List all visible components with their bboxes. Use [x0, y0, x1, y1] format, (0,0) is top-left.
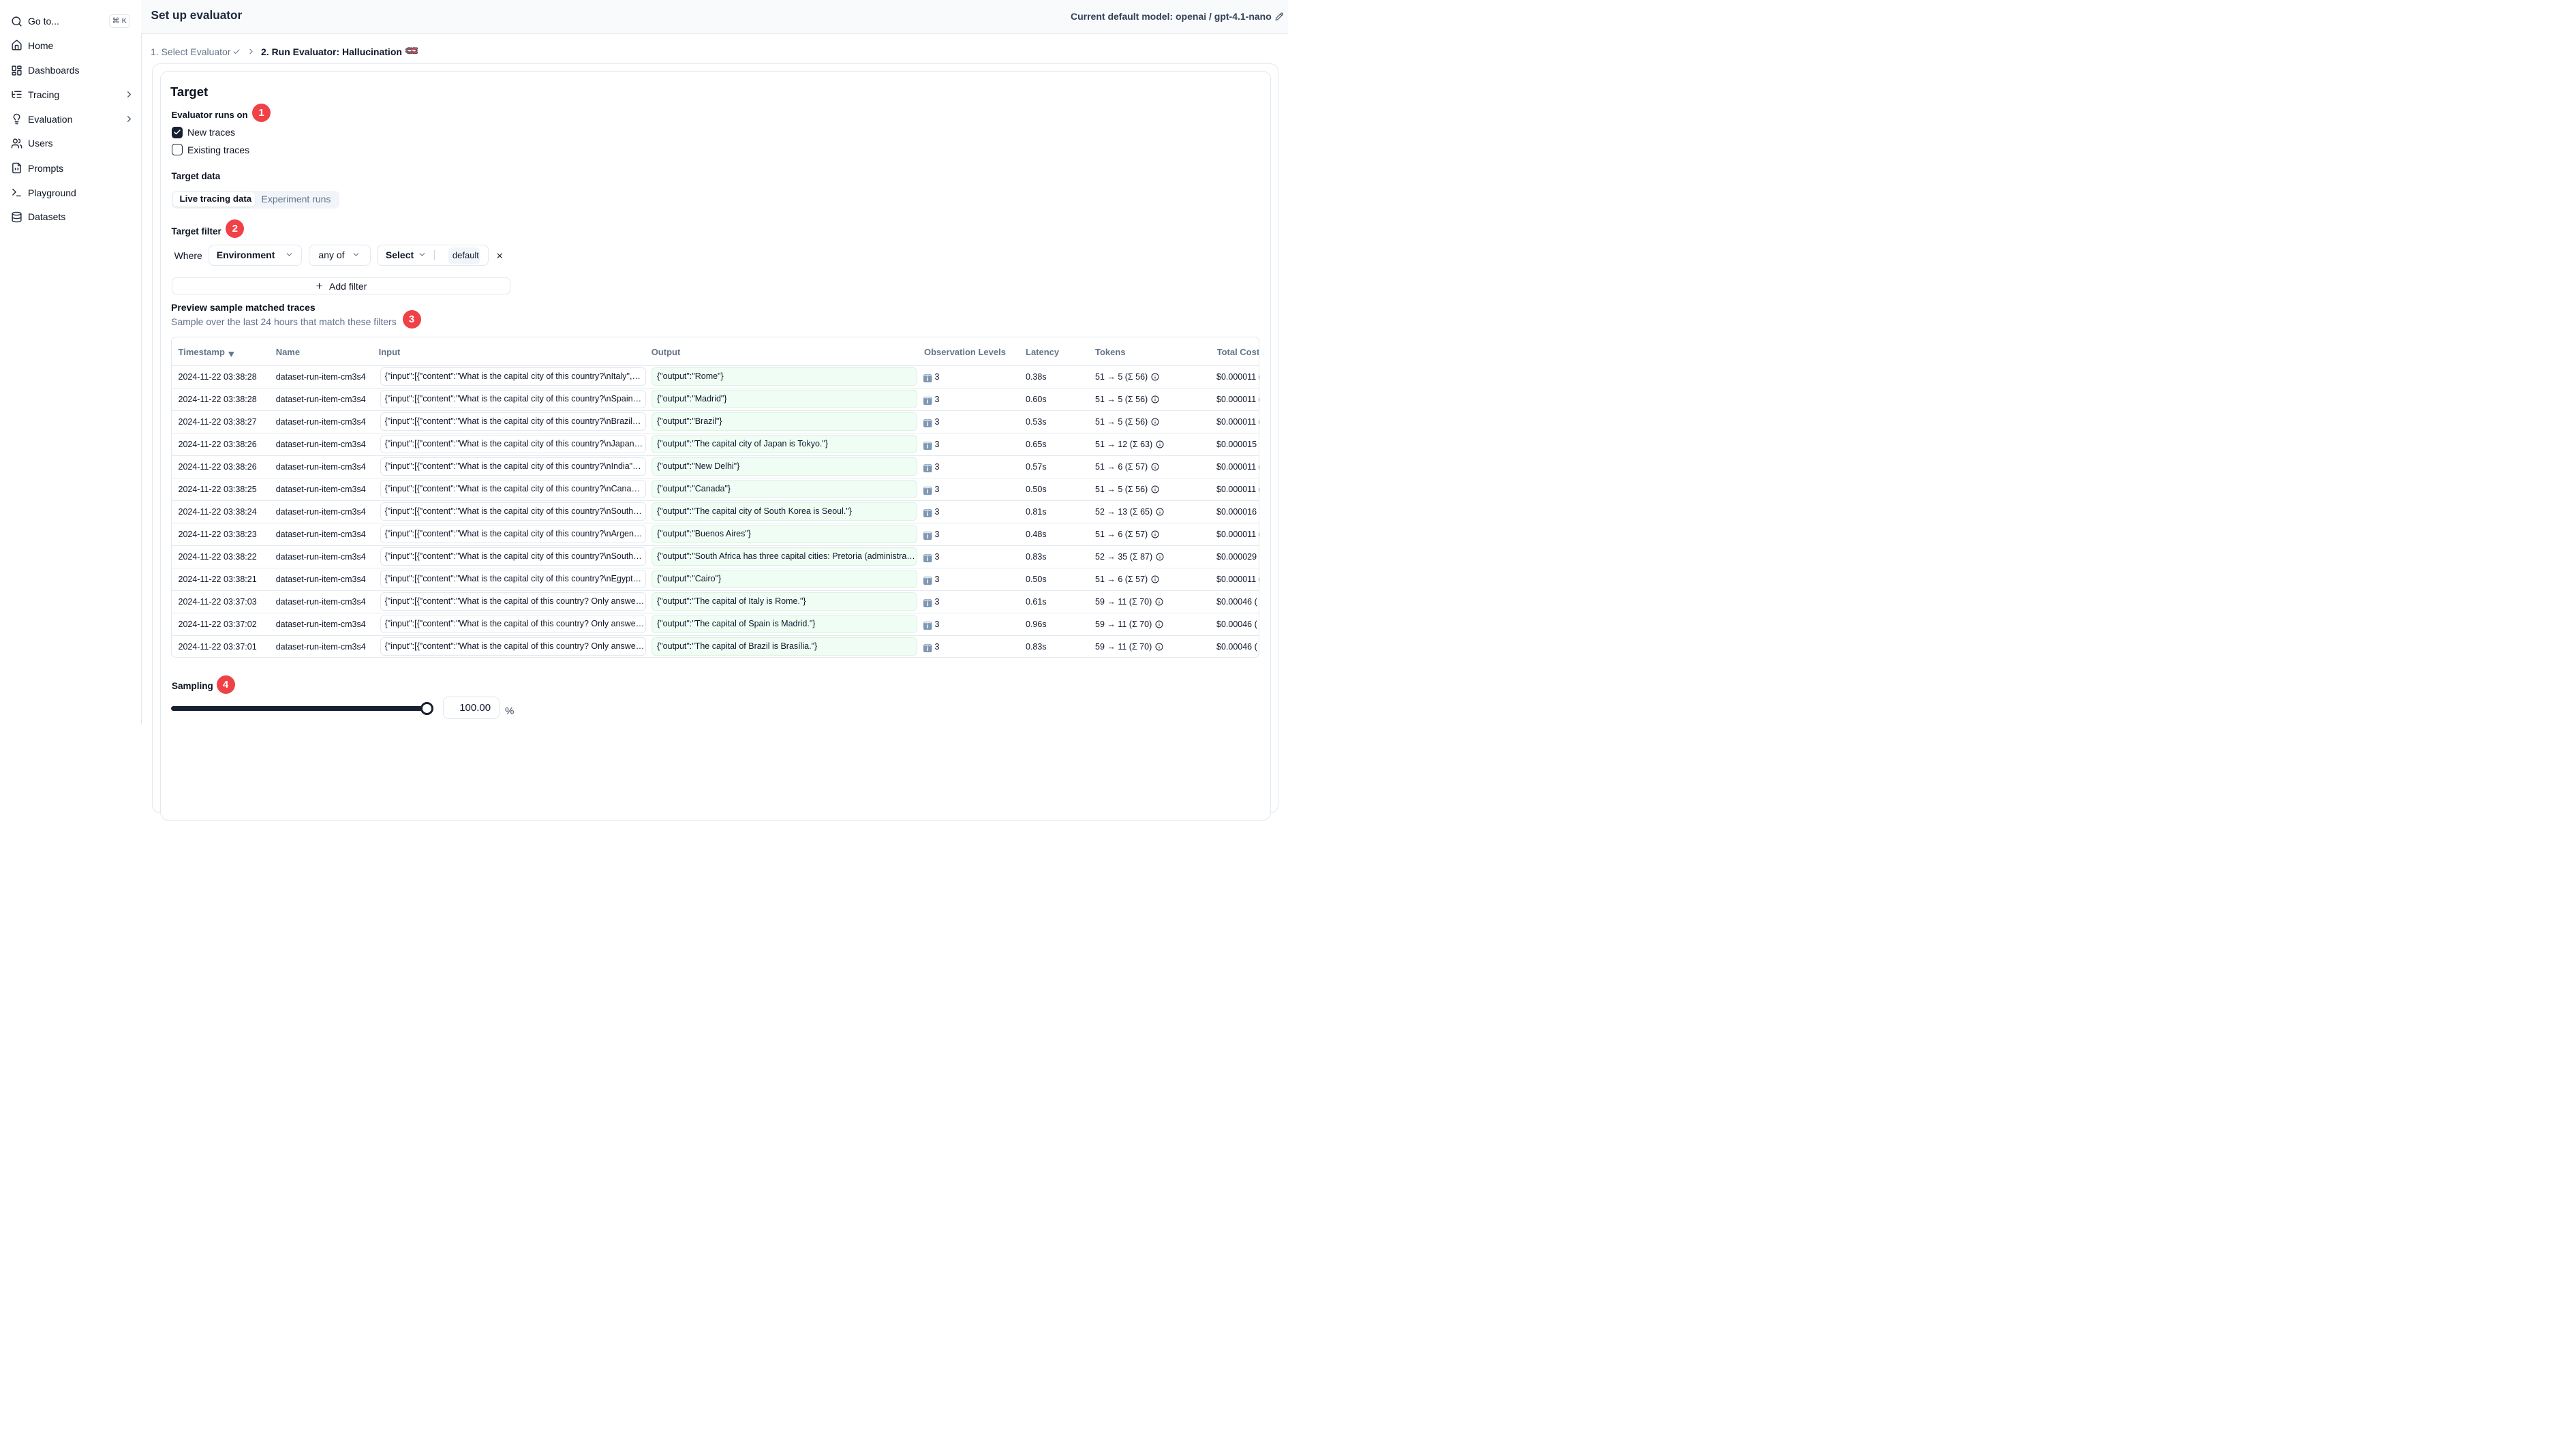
svg-text:i: i	[927, 488, 929, 495]
svg-text:i: i	[927, 645, 929, 653]
svg-text:i: i	[927, 578, 929, 585]
svg-text:i: i	[927, 600, 929, 608]
svg-text:i: i	[927, 533, 929, 540]
svg-text:i: i	[927, 398, 929, 406]
svg-text:i: i	[927, 376, 929, 383]
svg-text:i: i	[927, 466, 929, 473]
svg-text:i: i	[927, 555, 929, 563]
svg-text:i: i	[927, 510, 929, 518]
svg-text:i: i	[927, 443, 929, 451]
svg-text:i: i	[927, 421, 929, 428]
svg-text:i: i	[927, 623, 929, 630]
